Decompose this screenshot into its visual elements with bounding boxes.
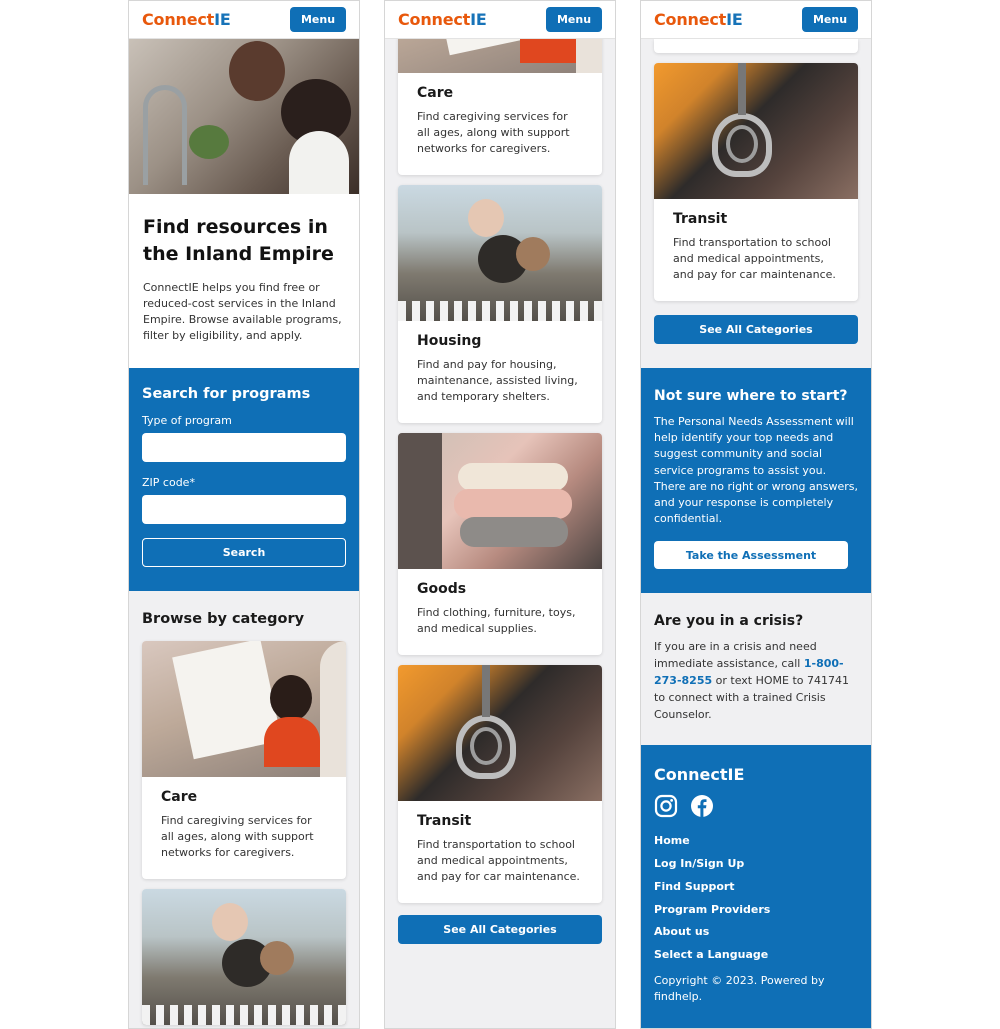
logo-part-ie: IE [470, 10, 487, 29]
menu-button[interactable]: Menu [546, 7, 602, 32]
category-card-goods[interactable]: Goods Find clothing, furniture, toys, an… [398, 433, 602, 655]
phone-screen-home-top: ConnectIE Menu Find resources in the Inl… [128, 0, 360, 1029]
category-title: Housing [417, 333, 482, 349]
facebook-icon[interactable] [690, 794, 714, 818]
logo-part-connect: Connect [398, 10, 471, 29]
zip-code-input[interactable] [142, 495, 346, 524]
page-content: Transit Find transportation to school an… [641, 39, 871, 1028]
footer: ConnectIE Home Log In/Sign Up Find Suppo… [641, 745, 871, 1028]
zip-code-label: ZIP code* [142, 476, 195, 489]
connectie-logo[interactable]: ConnectIE [654, 10, 743, 29]
menu-button[interactable]: Menu [290, 7, 346, 32]
program-type-label: Type of program [142, 414, 232, 427]
goods-photo [398, 433, 602, 569]
footer-link-program-providers[interactable]: Program Providers [654, 899, 858, 922]
assessment-title: Not sure where to start? [654, 388, 848, 404]
search-title: Search for programs [142, 386, 311, 402]
category-title: Care [161, 789, 198, 805]
program-type-input[interactable] [142, 433, 346, 462]
category-card-housing[interactable]: Housing Find and pay for housing, mainte… [398, 185, 602, 423]
crisis-text-before: If you are in a crisis and need immediat… [654, 640, 817, 671]
see-all-categories-button[interactable]: See All Categories [654, 315, 858, 344]
category-description: Find caregiving services for all ages, a… [161, 814, 314, 859]
category-card-housing[interactable] [142, 889, 346, 1025]
housing-photo [398, 185, 602, 321]
crisis-description: If you are in a crisis and need immediat… [654, 639, 858, 723]
copyright-text: Copyright © 2023. Powered by findhelp. [654, 973, 825, 1003]
hero-description: ConnectIE helps you find free or reduced… [143, 281, 342, 342]
transit-photo [398, 665, 602, 801]
category-card-care[interactable]: Care Find caregiving services for all ag… [142, 641, 346, 879]
crisis-title: Are you in a crisis? [654, 613, 804, 630]
category-card-transit[interactable]: Transit Find transportation to school an… [398, 665, 602, 903]
app-header: ConnectIE Menu [129, 1, 359, 39]
see-all-categories-button[interactable]: See All Categories [398, 915, 602, 944]
app-header: ConnectIE Menu [385, 1, 615, 39]
crisis-section: Are you in a crisis? If you are in a cri… [641, 593, 871, 746]
footer-nav: Home Log In/Sign Up Find Support Program… [654, 830, 858, 966]
category-description: Find transportation to school and medica… [417, 838, 580, 883]
category-description: Find clothing, furniture, toys, and medi… [417, 606, 576, 635]
assessment-section: Not sure where to start? The Personal Ne… [641, 368, 871, 594]
search-button[interactable]: Search [142, 538, 346, 567]
category-card-transit[interactable]: Transit Find transportation to school an… [654, 63, 858, 301]
category-card-goods-edge [654, 39, 858, 53]
social-links [654, 794, 858, 818]
footer-link-about[interactable]: About us [654, 921, 858, 944]
category-description: Find and pay for housing, maintenance, a… [417, 358, 578, 403]
category-title: Care [417, 85, 454, 101]
care-photo [142, 641, 346, 777]
instagram-icon[interactable] [654, 794, 678, 818]
phone-screen-categories: ConnectIE Menu Care Find caregiving serv… [384, 0, 616, 1029]
page-title: Find resources in the Inland Empire [143, 216, 334, 265]
menu-button[interactable]: Menu [802, 7, 858, 32]
page-content: Care Find caregiving services for all ag… [385, 1, 615, 956]
logo-part-ie: IE [214, 10, 231, 29]
logo-part-ie: IE [726, 10, 743, 29]
logo-part-connect: Connect [142, 10, 215, 29]
search-panel: Search for programs Type of program ZIP … [129, 368, 359, 591]
hero-section: Find resources in the Inland Empire Conn… [129, 194, 359, 368]
category-description: Find caregiving services for all ages, a… [417, 110, 570, 155]
footer-link-find-support[interactable]: Find Support [654, 876, 858, 899]
category-title: Transit [417, 813, 472, 829]
app-header: ConnectIE Menu [641, 1, 871, 39]
footer-link-home[interactable]: Home [654, 830, 858, 853]
category-title: Transit [673, 211, 728, 227]
category-title: Goods [417, 581, 467, 597]
footer-link-login[interactable]: Log In/Sign Up [654, 853, 858, 876]
logo-part-connect: Connect [654, 10, 727, 29]
connectie-logo[interactable]: ConnectIE [398, 10, 487, 29]
transit-photo [654, 63, 858, 199]
footer-link-language[interactable]: Select a Language [654, 944, 858, 967]
housing-photo [142, 889, 346, 1025]
connectie-logo[interactable]: ConnectIE [142, 10, 231, 29]
hero-photo [129, 39, 359, 194]
category-description: Find transportation to school and medica… [673, 236, 836, 281]
browse-heading: Browse by category [142, 611, 305, 627]
take-assessment-button[interactable]: Take the Assessment [654, 541, 848, 570]
page-content: Find resources in the Inland Empire Conn… [129, 39, 359, 1028]
phone-screen-bottom: ConnectIE Menu Transit Find transportati… [640, 0, 872, 1029]
assessment-description: The Personal Needs Assessment will help … [654, 415, 858, 526]
footer-logo[interactable]: ConnectIE [654, 765, 858, 784]
